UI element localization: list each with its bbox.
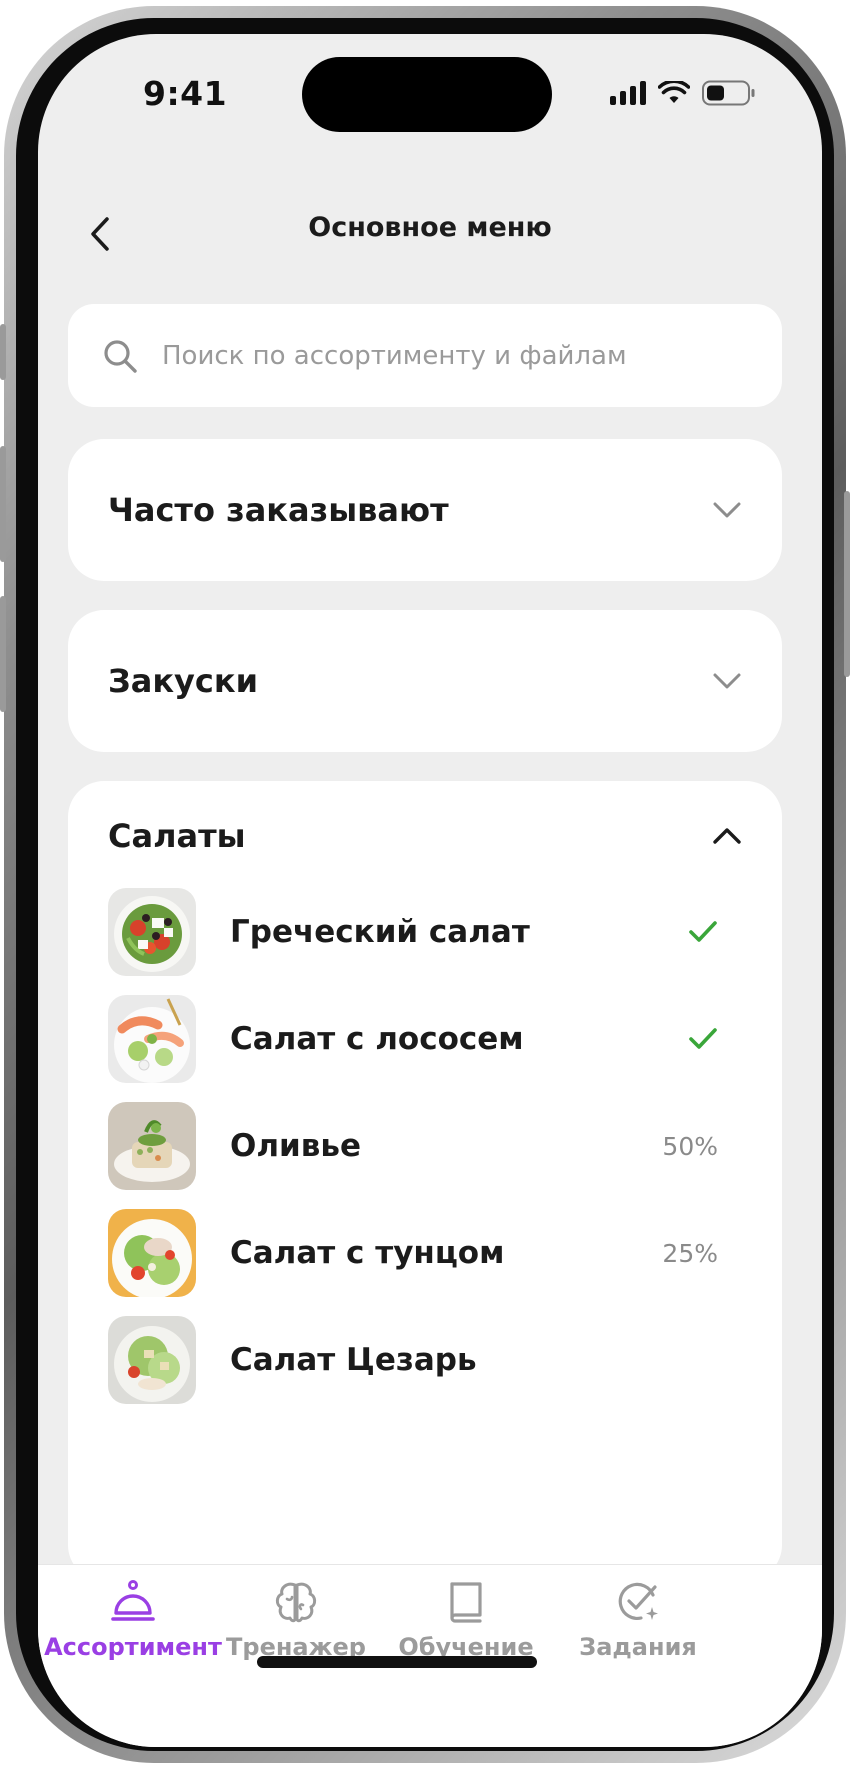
search-input[interactable] (160, 339, 720, 372)
dish-thumbnail (108, 1209, 196, 1297)
battery-icon (702, 80, 755, 106)
book-icon (450, 1582, 482, 1623)
tab-label: Ассортимент (44, 1633, 222, 1661)
dish-name: Салат Цезарь (230, 1342, 477, 1378)
dish-name: Салат с лососем (230, 1021, 524, 1057)
tab-learning[interactable]: Обучение (371, 1579, 561, 1661)
search-bar[interactable] (68, 304, 782, 407)
volume-up-button (0, 446, 6, 562)
section-salads-header[interactable]: Салаты (108, 801, 742, 871)
section-title: Закуски (108, 662, 259, 700)
screen: 9:41 Основное меню Поиск по ассортименту… (38, 34, 822, 1747)
check-icon (689, 1028, 717, 1049)
tab-tasks[interactable]: Задания (543, 1579, 733, 1661)
dish-thumbnail (108, 888, 196, 976)
dish-thumbnail (108, 1102, 196, 1190)
section-title: Салаты (108, 817, 246, 855)
dish-name: Оливье (230, 1128, 362, 1164)
chevron-up-icon[interactable] (712, 827, 742, 845)
silent-switch (0, 324, 6, 380)
section-snacks[interactable]: Закуски (68, 610, 782, 752)
dish-thumbnail (108, 995, 196, 1083)
list-item-greek-salad[interactable]: Греческий салат (108, 887, 718, 977)
dynamic-island (302, 57, 552, 132)
power-button (844, 491, 850, 677)
tab-label: Задания (579, 1633, 697, 1661)
status-time: 9:41 (143, 74, 228, 113)
list-item-tuna-salad[interactable]: Салат с тунцом 25% (108, 1208, 718, 1298)
brain-icon (275, 1582, 317, 1623)
check-icon (689, 921, 717, 942)
list-item-caesar-salad[interactable]: Салат Цезарь (108, 1315, 718, 1405)
section-title: Часто заказывают (108, 491, 449, 529)
wifi-icon (658, 81, 690, 103)
chevron-down-icon[interactable] (712, 672, 742, 690)
section-salads: Салаты Греческий салат Салат с лососем О… (68, 781, 782, 1581)
tab-assortment[interactable]: Ассортимент (38, 1579, 228, 1661)
chevron-down-icon[interactable] (712, 501, 742, 519)
dish-name: Салат с тунцом (230, 1235, 505, 1271)
progress-percent: 25% (662, 1238, 718, 1268)
task-check-icon (618, 1582, 658, 1621)
section-frequently-ordered[interactable]: Часто заказывают (68, 439, 782, 581)
page-title: Основное меню (308, 212, 552, 243)
list-item-olivier[interactable]: Оливье 50% (108, 1101, 718, 1191)
home-indicator (257, 1656, 537, 1668)
volume-down-button (0, 596, 6, 712)
status-icons (610, 80, 756, 106)
search-icon (104, 339, 137, 373)
progress-percent: 50% (662, 1131, 718, 1161)
phone-frame: 9:41 Основное меню Поиск по ассортименту… (0, 6, 850, 1763)
dish-name: Греческий салат (230, 914, 530, 950)
list-item-salmon-salad[interactable]: Салат с лососем (108, 994, 718, 1084)
dish-thumbnail (108, 1316, 196, 1404)
tab-trainer[interactable]: Тренажер (201, 1579, 391, 1661)
signal-icon (610, 81, 646, 105)
service-bell-icon (111, 1580, 155, 1621)
